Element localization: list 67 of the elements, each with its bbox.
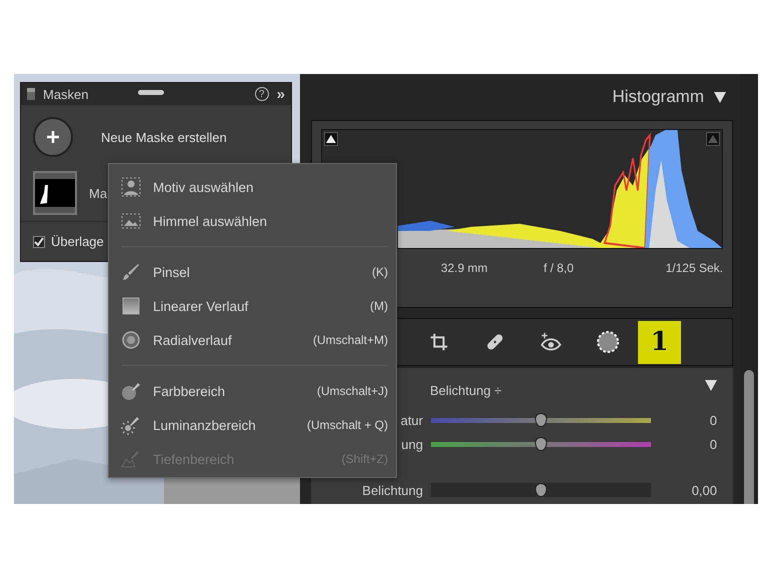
slider-label: Belichtung: [362, 482, 423, 498]
eye-icon: [540, 331, 562, 353]
panel-title: Histogramm: [612, 87, 704, 107]
triangle-icon: [326, 135, 336, 143]
add-mask-button[interactable]: [33, 117, 73, 157]
mask-preview-icon: [35, 179, 75, 207]
shortcut-label: (Umschalt+J): [316, 384, 388, 398]
clipping-toggle[interactable]: [324, 132, 338, 146]
menu-item[interactable]: Linearer Verlauf (M): [121, 289, 388, 323]
shortcut-label: (M): [370, 299, 388, 313]
slider-value: 0: [710, 412, 717, 428]
menu-item-label: Linearer Verlauf: [153, 298, 248, 314]
palette-picker-icon: [121, 381, 141, 401]
new-mask-label: Neue Maske erstellen: [101, 130, 227, 144]
checkmark-icon: [34, 236, 44, 246]
brush-icon: [121, 262, 141, 282]
panel-title: Masken: [43, 86, 89, 102]
exif-info: f / 8,0: [544, 261, 574, 275]
mask-tool-button[interactable]: [594, 328, 622, 356]
dotted-circle-icon: [596, 330, 620, 354]
preset-dropdown[interactable]: Belichtung ÷: [430, 382, 502, 398]
menu-item[interactable]: Radialverlauf (Umschalt+M): [121, 323, 388, 357]
help-button[interactable]: ?: [254, 87, 269, 101]
slider-value: 0: [710, 436, 717, 452]
slider-value: 0,00: [692, 482, 717, 498]
collapse-triangle-icon[interactable]: [714, 92, 726, 102]
person-icon: [121, 177, 141, 197]
shortcut-label: (K): [372, 265, 388, 279]
sun-picker-icon: [121, 415, 141, 435]
menu-item-label: Luminanzbereich: [153, 418, 256, 432]
menu-item-label: Radialverlauf: [153, 332, 232, 348]
slider-track[interactable]: [431, 483, 651, 497]
menu-item-label: Farbbereich: [153, 384, 226, 398]
clipping-toggle[interactable]: [706, 132, 720, 146]
overlay-checkbox[interactable]: [33, 236, 45, 248]
depth-picker-icon: [121, 449, 141, 469]
shortcut-label: (Umschalt + Q): [306, 418, 388, 432]
mask-name[interactable]: Ma: [89, 186, 108, 200]
plus-icon: [46, 130, 60, 144]
overlay-label: Überlage: [51, 234, 104, 249]
menu-item[interactable]: Motiv auswählen: [121, 170, 388, 204]
menu-item[interactable]: Pinsel (K): [121, 255, 388, 289]
menu-item[interactable]: Luminanzbereich (Umschalt + Q): [121, 408, 388, 442]
collapse-triangle-icon[interactable]: [705, 380, 717, 390]
exif-info: 1/125 Sek.: [666, 261, 723, 275]
exif-info: 32.9 mm: [440, 261, 488, 275]
slider-label: atur: [400, 412, 423, 428]
slider-thumb[interactable]: [535, 483, 547, 497]
menu-item-label: Motiv auswählen: [153, 180, 254, 194]
panel-icon: [27, 88, 35, 100]
menu-item[interactable]: Himmel auswählen: [121, 204, 388, 238]
menu-item[interactable]: Farbbereich (Umschalt+J): [121, 374, 388, 408]
gradient-square-icon: [121, 296, 141, 316]
crop-icon: [428, 331, 450, 353]
mask-thumbnail[interactable]: [33, 171, 77, 215]
drag-handle[interactable]: [138, 90, 164, 95]
slider-thumb[interactable]: [535, 437, 547, 451]
slider-label: ung: [401, 436, 423, 452]
shortcut-label: (Umschalt+M): [312, 333, 388, 347]
annotation-badge: 1: [638, 320, 681, 364]
triangle-icon: [708, 135, 718, 143]
slider-thumb[interactable]: [535, 413, 547, 427]
collapse-button[interactable]: »: [276, 86, 285, 102]
radial-circle-icon: [121, 330, 141, 350]
landscape-icon: [121, 211, 141, 231]
menu-item-label: Pinsel: [153, 264, 190, 280]
menu-item-label: Himmel auswählen: [153, 214, 268, 228]
